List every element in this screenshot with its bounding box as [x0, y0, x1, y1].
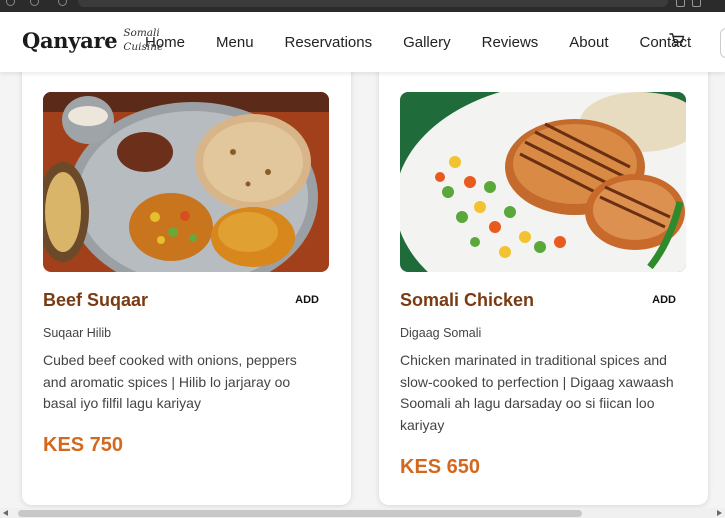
site-header: Qanyare Somali Cuisine Home Menu Reserva…: [0, 12, 725, 72]
add-to-cart-button[interactable]: ADD: [295, 294, 319, 306]
logo-wordmark: Qanyare: [22, 28, 118, 53]
grilled-chicken-vegetables-image: [400, 92, 686, 272]
dish-price: KES 650: [400, 456, 481, 478]
browser-toolbar: [0, 0, 725, 12]
profile-icon[interactable]: [692, 0, 701, 7]
nav-link-about[interactable]: About: [569, 34, 608, 51]
extension-icon[interactable]: [676, 0, 685, 7]
dish-local-name: Suqaar Hilib: [43, 326, 112, 340]
nav-link-menu[interactable]: Menu: [216, 34, 254, 51]
shopping-cart-icon[interactable]: [669, 32, 685, 48]
nav-link-reviews[interactable]: Reviews: [482, 34, 539, 51]
reload-icon[interactable]: [58, 0, 67, 6]
scroll-right-arrow-icon[interactable]: [717, 510, 722, 516]
nav-link-gallery[interactable]: Gallery: [403, 34, 451, 51]
site-logo[interactable]: Qanyare Somali Cuisine: [22, 26, 163, 56]
dish-price: KES 750: [43, 434, 124, 456]
horizontal-scrollbar[interactable]: [0, 508, 725, 518]
nav-action-button-partial[interactable]: [720, 28, 725, 58]
menu-card: Beef Suqaar ADD Suqaar Hilib Cubed beef …: [22, 58, 351, 505]
dish-name: Somali Chicken: [400, 290, 535, 310]
add-to-cart-button[interactable]: ADD: [652, 294, 676, 306]
dish-description: Cubed beef cooked with onions, peppers a…: [43, 352, 297, 411]
address-bar[interactable]: [78, 0, 668, 7]
menu-card: Somali Chicken ADD Digaag Somali Chicken…: [379, 58, 708, 505]
scroll-left-arrow-icon[interactable]: [3, 510, 8, 516]
dish-local-name: Digaag Somali: [400, 326, 482, 340]
dish-description: Chicken marinated in traditional spices …: [400, 352, 674, 433]
main-nav: Home Menu Reservations Gallery Reviews A…: [145, 12, 691, 72]
scrollbar-thumb[interactable]: [18, 510, 582, 517]
nav-link-reservations[interactable]: Reservations: [285, 34, 373, 51]
dish-name: Beef Suqaar: [43, 290, 149, 310]
beef-suqaar-thali-plate-image: [43, 92, 329, 272]
back-icon[interactable]: [6, 0, 15, 6]
forward-icon[interactable]: [30, 0, 39, 6]
nav-link-home[interactable]: Home: [145, 34, 185, 51]
